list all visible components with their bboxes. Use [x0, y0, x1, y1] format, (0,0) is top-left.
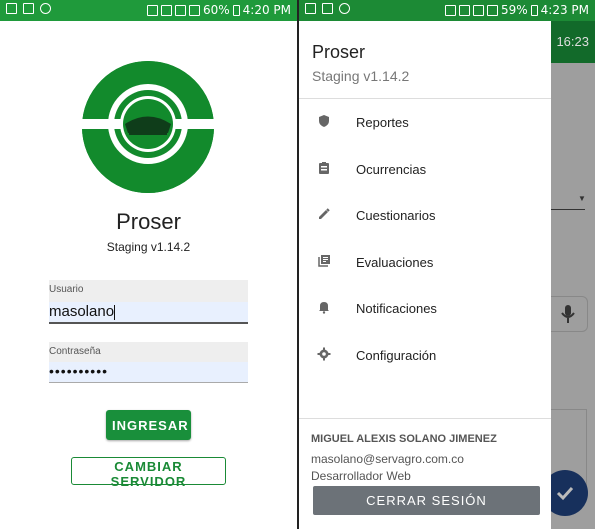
- notification-icons: [6, 3, 51, 17]
- menu-item-notificaciones[interactable]: Notificaciones: [299, 288, 551, 328]
- logout-button[interactable]: CERRAR SESIÓN: [313, 486, 540, 515]
- drawer-title: Proser: [312, 42, 366, 62]
- background-toolbar: 16:23: [551, 21, 595, 63]
- navigation-drawer: Proser Staging v1.14.2 Reportes Ocurrenc…: [299, 21, 551, 529]
- menu-item-label: Evaluaciones: [356, 255, 434, 270]
- menu-item-label: Ocurrencias: [356, 162, 427, 177]
- login-screen: 60% 4:20 PM Proser Staging v1.14.2 Usuar…: [0, 0, 297, 529]
- gear-icon: [317, 347, 331, 361]
- username-input[interactable]: masolano: [49, 302, 248, 322]
- library-icon: [318, 255, 330, 267]
- drawer-screen: 59% 4:23 PM 16:23 ▼ Proser Staging v1.14…: [299, 0, 595, 529]
- signal-icon: [486, 4, 498, 16]
- check-icon: [556, 486, 574, 501]
- menu-item-label: Cuestionarios: [356, 208, 436, 223]
- username-label: Usuario: [49, 284, 84, 295]
- vibrate-icon: [444, 4, 456, 16]
- user-name: MIGUEL ALEXIS SOLANO JIMENEZ: [311, 433, 497, 445]
- notification-icons: [305, 3, 350, 17]
- password-field[interactable]: Contraseña ••••••••••: [49, 342, 248, 383]
- app-version: Staging v1.14.2: [106, 240, 191, 254]
- sim-icon: [458, 4, 470, 16]
- app-title: Proser: [116, 209, 181, 234]
- signal-icon: [188, 4, 200, 16]
- menu-item-configuracion[interactable]: Configuración: [299, 335, 551, 375]
- login-button[interactable]: INGRESAR: [106, 410, 191, 440]
- background-clock: 16:23: [556, 34, 589, 49]
- clipboard-icon: [319, 162, 329, 174]
- image-icon: [6, 3, 17, 14]
- background-mic-input: [551, 296, 588, 332]
- status-time: 4:20 PM: [242, 3, 291, 17]
- drawer-footer-divider: [299, 418, 551, 419]
- sim-icon: [160, 4, 172, 16]
- username-field[interactable]: Usuario masolano: [49, 280, 248, 324]
- proser-logo: [82, 61, 214, 193]
- message-icon: [321, 3, 333, 14]
- menu-item-evaluaciones[interactable]: Evaluaciones: [299, 242, 551, 282]
- battery-icon: [530, 4, 538, 16]
- pencil-icon: [319, 208, 330, 219]
- bell-icon: [319, 302, 329, 314]
- wifi-icon: [472, 4, 484, 16]
- user-email: masolano@servagro.com.co: [311, 452, 464, 466]
- battery-percent: 60%: [202, 3, 230, 17]
- gear-status-icon: [338, 3, 350, 14]
- battery-percent: 59%: [500, 3, 528, 17]
- drawer-version: Staging v1.14.2: [312, 68, 410, 84]
- vibrate-icon: [146, 4, 158, 16]
- change-server-button[interactable]: CAMBIAR SERVIDOR: [71, 457, 226, 489]
- wifi-icon: [174, 4, 186, 16]
- shield-icon: [319, 115, 329, 127]
- password-input[interactable]: ••••••••••: [49, 362, 248, 382]
- background-dropdown: [551, 209, 585, 210]
- status-bar: 60% 4:20 PM: [0, 0, 297, 21]
- menu-item-label: Configuración: [356, 348, 437, 363]
- gear-status-icon: [39, 3, 51, 14]
- microphone-icon: [561, 305, 575, 323]
- message-icon: [22, 3, 34, 14]
- drawer-header-divider: [299, 98, 551, 99]
- image-icon: [305, 3, 316, 14]
- battery-icon: [232, 4, 240, 16]
- menu-item-ocurrencias[interactable]: Ocurrencias: [299, 149, 551, 189]
- text-caret: [114, 304, 116, 320]
- status-bar: 59% 4:23 PM: [299, 0, 595, 21]
- menu-item-label: Reportes: [356, 115, 409, 130]
- password-label: Contraseña: [49, 346, 101, 357]
- dropdown-arrow-icon: ▼: [578, 194, 586, 203]
- status-time: 4:23 PM: [540, 3, 589, 17]
- username-value: masolano: [49, 303, 115, 320]
- menu-item-cuestionarios[interactable]: Cuestionarios: [299, 195, 551, 235]
- menu-item-reportes[interactable]: Reportes: [299, 102, 551, 142]
- user-role: Desarrollador Web: [311, 469, 411, 483]
- menu-item-label: Notificaciones: [356, 301, 437, 316]
